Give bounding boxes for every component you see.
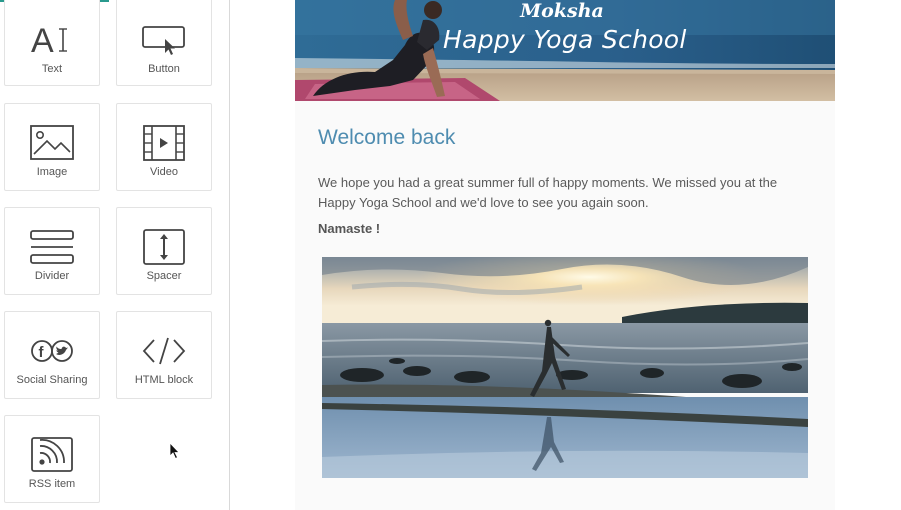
email-canvas: Moksha Happy Yoga School Welcome back We…	[230, 0, 901, 510]
mouse-cursor-icon	[169, 442, 180, 460]
signoff-text[interactable]: Namaste !	[318, 221, 380, 236]
block-html[interactable]: HTML block	[116, 311, 212, 399]
brand-logo-text: Moksha	[520, 0, 604, 22]
welcome-message[interactable]: We hope you had a great summer full of h…	[318, 173, 818, 212]
block-spacer[interactable]: Spacer	[116, 207, 212, 295]
block-label: Social Sharing	[16, 374, 88, 386]
email-content: Moksha Happy Yoga School Welcome back We…	[295, 0, 835, 510]
header-banner-image[interactable]: Moksha Happy Yoga School	[295, 0, 835, 101]
video-icon	[117, 122, 211, 164]
rss-icon	[5, 434, 99, 476]
code-icon	[117, 330, 211, 372]
svg-text:A: A	[31, 23, 54, 57]
divider-icon	[5, 226, 99, 268]
block-social-sharing[interactable]: f Social Sharing	[4, 311, 100, 399]
block-divider[interactable]: Divider	[4, 207, 100, 295]
text-icon: A	[5, 19, 99, 61]
block-label: Video	[150, 166, 178, 178]
block-label: Divider	[34, 270, 70, 282]
image-icon	[5, 122, 99, 164]
block-label: Spacer	[146, 270, 182, 282]
social-sharing-icon: f	[5, 330, 99, 372]
block-label: Text	[41, 63, 63, 75]
school-name: Happy Yoga School	[443, 25, 687, 54]
block-rss[interactable]: RSS item	[4, 415, 100, 503]
blocks-sidebar: A Text Button Image Video Divider Spacer…	[0, 0, 230, 510]
block-image[interactable]: Image	[4, 103, 100, 191]
button-icon	[117, 19, 211, 61]
spacer-icon	[117, 226, 211, 268]
welcome-heading[interactable]: Welcome back	[318, 124, 455, 152]
block-label: HTML block	[134, 374, 194, 386]
block-button[interactable]: Button	[116, 0, 212, 86]
sunset-yoga-photo[interactable]	[322, 257, 808, 478]
block-text[interactable]: A Text	[4, 0, 100, 86]
svg-text:f: f	[39, 344, 45, 361]
block-label: Image	[36, 166, 68, 178]
block-label: RSS item	[28, 478, 76, 490]
block-video[interactable]: Video	[116, 103, 212, 191]
block-label: Button	[148, 63, 180, 75]
